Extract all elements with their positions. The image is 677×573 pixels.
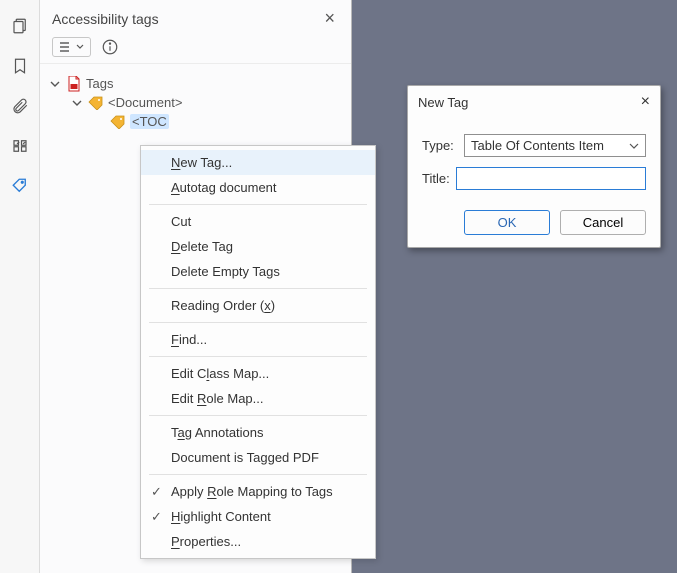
menu-new-tag[interactable]: New Tag... — [141, 150, 375, 175]
tags-tree: Tags <Document> · <TOC — [40, 64, 351, 141]
info-icon[interactable] — [101, 38, 119, 56]
close-icon[interactable]: × — [641, 93, 650, 111]
menu-edit-class-map[interactable]: Edit Class Map... — [141, 361, 375, 386]
menu-find[interactable]: Find... — [141, 327, 375, 352]
tags-icon[interactable] — [4, 170, 36, 202]
pages-icon[interactable] — [4, 10, 36, 42]
dialog-title: New Tag — [418, 95, 468, 110]
menu-autotag[interactable]: Autotag document — [141, 175, 375, 200]
tree-document-label: <Document> — [108, 95, 182, 110]
menu-separator — [149, 288, 367, 289]
menu-separator — [149, 415, 367, 416]
document-area: New Tag × Type: Table Of Contents Item T… — [352, 0, 677, 573]
attachment-icon[interactable] — [4, 90, 36, 122]
menu-tag-annotations[interactable]: Tag Annotations — [141, 420, 375, 445]
menu-edit-role-map[interactable]: Edit Role Map... — [141, 386, 375, 411]
layers-icon[interactable] — [4, 130, 36, 162]
chevron-down-icon[interactable] — [70, 98, 84, 108]
menu-delete-tag[interactable]: Delete Tag — [141, 234, 375, 259]
menu-apply-role-mapping[interactable]: Apply Role Mapping to Tags — [141, 479, 375, 504]
title-input[interactable] — [456, 167, 646, 190]
menu-properties[interactable]: Properties... — [141, 529, 375, 554]
menu-highlight-content[interactable]: Highlight Content — [141, 504, 375, 529]
panel-title: Accessibility tags — [52, 11, 159, 27]
menu-cut[interactable]: Cut — [141, 209, 375, 234]
tree-root[interactable]: Tags — [48, 74, 343, 93]
menu-document-tagged[interactable]: Document is Tagged PDF — [141, 445, 375, 470]
type-select-value: Table Of Contents Item — [471, 138, 604, 153]
cancel-button[interactable]: Cancel — [560, 210, 646, 235]
tree-root-label: Tags — [86, 76, 113, 91]
ok-button[interactable]: OK — [464, 210, 550, 235]
menu-delete-empty[interactable]: Delete Empty Tags — [141, 259, 375, 284]
tag-icon — [88, 96, 104, 110]
tree-document[interactable]: <Document> — [48, 93, 343, 112]
pdf-tags-icon — [66, 77, 82, 91]
menu-separator — [149, 322, 367, 323]
tag-icon — [110, 115, 126, 129]
chevron-down-icon — [629, 141, 639, 151]
type-select[interactable]: Table Of Contents Item — [464, 134, 646, 157]
context-menu: New Tag... Autotag document Cut Delete T… — [140, 145, 376, 559]
bookmark-icon[interactable] — [4, 50, 36, 82]
title-label: Title: — [422, 171, 456, 186]
tree-toc[interactable]: · <TOC — [48, 112, 343, 131]
new-tag-dialog: New Tag × Type: Table Of Contents Item T… — [407, 85, 661, 248]
menu-reading-order[interactable]: Reading Order (x) — [141, 293, 375, 318]
menu-separator — [149, 204, 367, 205]
menu-separator — [149, 356, 367, 357]
close-icon[interactable]: × — [320, 8, 339, 29]
options-menu-button[interactable] — [52, 37, 91, 57]
side-toolbar — [0, 0, 40, 573]
menu-separator — [149, 474, 367, 475]
chevron-down-icon[interactable] — [48, 79, 62, 89]
tree-toc-label: <TOC — [130, 114, 169, 129]
type-label: Type: — [422, 138, 464, 153]
